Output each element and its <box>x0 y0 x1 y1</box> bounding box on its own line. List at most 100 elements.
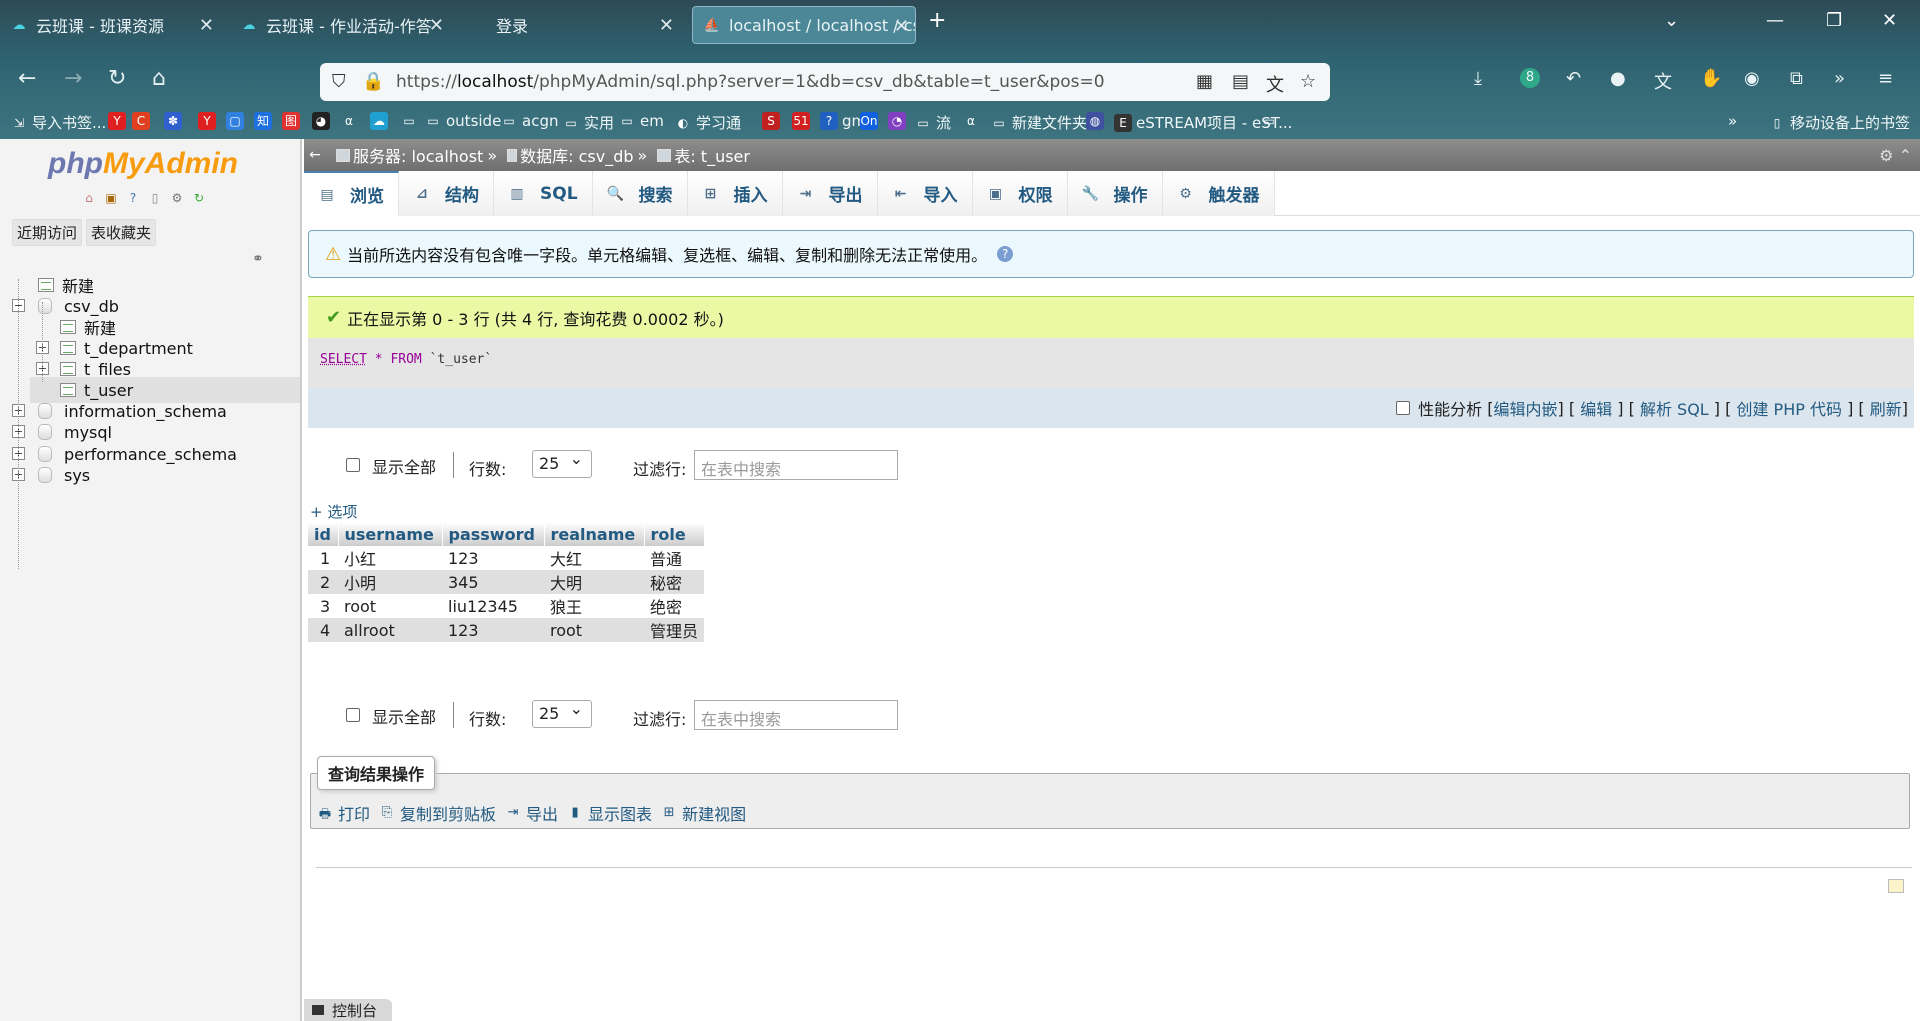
filter-input[interactable]: 在表中搜索 <box>694 450 898 480</box>
bookmark-item[interactable]: α <box>340 112 362 130</box>
explain-sql-link[interactable]: 解析 SQL <box>1640 396 1709 420</box>
table-cell[interactable]: 3 <box>308 594 338 618</box>
bookmark-item[interactable]: ⇲ 导入书签... <box>10 112 106 133</box>
bookmark-item[interactable]: ◕ <box>312 112 334 130</box>
reader-mode-icon[interactable]: ▤ <box>1232 71 1249 92</box>
breadcrumb-server[interactable]: 服务器: localhost <box>353 143 483 167</box>
tab-operations[interactable]: 🔧 操作 <box>1067 171 1163 216</box>
favorites-tab[interactable]: 表收藏夹 <box>86 219 157 246</box>
bookmark-item[interactable]: ▭ 实用 <box>562 112 614 133</box>
bookmark-item[interactable]: ▭ <box>1260 112 1282 130</box>
table-cell[interactable]: 秘密 <box>644 570 704 594</box>
mobile-bookmarks[interactable]: ▯ 移动设备上的书签 <box>1768 112 1910 133</box>
logout-icon[interactable]: ▣ <box>102 189 120 207</box>
more-tools-icon[interactable]: » <box>1834 68 1845 89</box>
link-icon[interactable]: ⚭ <box>252 251 264 267</box>
console-toggle[interactable]: 控制台 <box>304 999 392 1021</box>
browser-tab[interactable]: ☁ 云班课 - 作业活动-作答 ✕ <box>230 6 450 44</box>
table-cell[interactable]: 狼王 <box>544 594 644 618</box>
database-node[interactable]: sys <box>38 462 90 488</box>
phpmyadmin-logo[interactable]: phpMyAdmin <box>48 147 238 181</box>
url-text[interactable]: https://localhost/phpMyAdmin/sql.php?ser… <box>396 72 1105 92</box>
table-cell[interactable]: root <box>338 594 442 618</box>
bookmark-item[interactable]: ☁ <box>370 112 392 130</box>
forward-icon[interactable]: → <box>64 66 82 91</box>
sql-query-box[interactable]: SELECT * FROM `t_user` <box>308 338 1914 388</box>
bookmark-item[interactable]: C <box>132 112 154 130</box>
bookmark-star-icon[interactable]: ☆ <box>1300 71 1316 92</box>
tab-search[interactable]: 🔍 搜索 <box>592 171 688 216</box>
lock-icon[interactable]: 🔒 <box>362 71 384 92</box>
back-icon[interactable]: ← <box>18 66 36 91</box>
sql-keyword[interactable]: SELECT <box>320 352 367 367</box>
table-cell[interactable]: 绝密 <box>644 594 704 618</box>
tab-privileges[interactable]: ▣ 权限 <box>972 171 1068 216</box>
edit-link[interactable]: 编辑 <box>1580 396 1612 420</box>
close-window-icon[interactable]: ✕ <box>1882 10 1897 31</box>
new-tab-button[interactable]: + <box>928 8 946 33</box>
recent-tab[interactable]: 近期访问 <box>12 219 83 246</box>
rows-select[interactable]: 25 <box>532 699 592 728</box>
tab-export[interactable]: ⇥ 导出 <box>782 171 878 216</box>
help-icon[interactable]: ? <box>124 189 142 207</box>
menu-icon[interactable]: ≡ <box>1878 68 1893 89</box>
tab-triggers[interactable]: ⚙ 触发器 <box>1162 171 1275 216</box>
browser-tab[interactable]: ⛵ localhost / localhost / csv_db✕ <box>692 6 916 44</box>
table-cell[interactable]: 小明 <box>338 570 442 594</box>
column-header[interactable]: username <box>338 522 443 546</box>
print-link[interactable]: 🖶 打印 <box>316 801 370 825</box>
tab-sql[interactable]: ▥ SQL <box>494 171 593 216</box>
bookmark-item[interactable]: ▭ <box>400 112 422 130</box>
create-php-code-link[interactable]: 创建 PHP 代码 <box>1736 396 1842 420</box>
minimize-icon[interactable]: — <box>1766 10 1784 31</box>
table-cell[interactable]: 1 <box>308 546 338 570</box>
bookmark-item[interactable]: 51 <box>792 112 814 130</box>
options-link[interactable]: + 选项 <box>310 501 357 522</box>
table-cell[interactable]: liu12345 <box>442 594 544 618</box>
translate-ext-icon[interactable]: 文 <box>1654 68 1672 94</box>
settings-icon[interactable]: ⚙ <box>168 189 186 207</box>
export-link[interactable]: ⇥ 导出 <box>504 801 558 825</box>
bookmark-item[interactable]: Y <box>108 112 130 130</box>
column-header[interactable]: role <box>644 522 705 546</box>
table-cell[interactable]: allroot <box>338 618 442 642</box>
bookmark-item[interactable]: S <box>762 112 784 130</box>
profiling-label[interactable]: 性能分析 <box>1418 396 1482 420</box>
table-cell[interactable]: 管理员 <box>644 618 704 642</box>
home-icon[interactable]: ⌂ <box>152 66 166 91</box>
show-all-label[interactable]: 显示全部 <box>372 454 436 478</box>
table-cell[interactable]: root <box>544 618 644 642</box>
docs-icon[interactable]: ▯ <box>146 189 164 207</box>
profiling-checkbox[interactable] <box>1396 401 1411 415</box>
extension-icon[interactable]: ● <box>1610 68 1626 89</box>
column-header[interactable]: id <box>308 522 339 546</box>
tab-insert[interactable]: ⊞ 插入 <box>687 171 783 216</box>
show-all-checkbox[interactable] <box>346 708 360 722</box>
tab-structure[interactable]: ⊿ 结构 <box>399 171 494 216</box>
bookmark-item[interactable]: ▭ acgn <box>500 112 558 130</box>
extensions-icon[interactable]: ⧉ <box>1790 68 1803 89</box>
tampermonkey-icon[interactable]: ◉ <box>1744 68 1760 89</box>
bookmark-item[interactable]: ✽ <box>164 112 186 130</box>
column-header[interactable]: password <box>442 522 545 546</box>
reload-nav-icon[interactable]: ↻ <box>190 189 208 207</box>
translate-icon[interactable]: 文 <box>1266 71 1284 97</box>
download-icon[interactable]: ⤓ <box>1474 68 1482 89</box>
restore-icon[interactable]: ❐ <box>1826 10 1842 31</box>
show-all-label[interactable]: 显示全部 <box>372 704 436 728</box>
bookmark-item[interactable]: α <box>962 112 984 130</box>
table-cell[interactable]: 小红 <box>338 546 442 570</box>
bookmark-item[interactable]: 图 <box>282 112 304 130</box>
bookmark-item[interactable]: On <box>860 112 882 130</box>
help-icon[interactable]: ? <box>997 246 1014 262</box>
table-cell[interactable]: 4 <box>308 618 338 642</box>
breadcrumb-database[interactable]: 数据库: csv_db <box>520 143 633 167</box>
show-all-checkbox[interactable] <box>346 458 360 472</box>
refresh-link[interactable]: 刷新 <box>1870 396 1902 420</box>
qr-code-icon[interactable]: ▦ <box>1196 71 1213 92</box>
home-icon[interactable]: ⌂ <box>80 189 98 207</box>
adblock-icon[interactable]: ✋ <box>1700 68 1722 89</box>
extension-badge[interactable]: 8 <box>1520 68 1540 88</box>
undo-icon[interactable]: ↶ <box>1566 68 1581 89</box>
table-cell[interactable]: 123 <box>442 546 544 570</box>
